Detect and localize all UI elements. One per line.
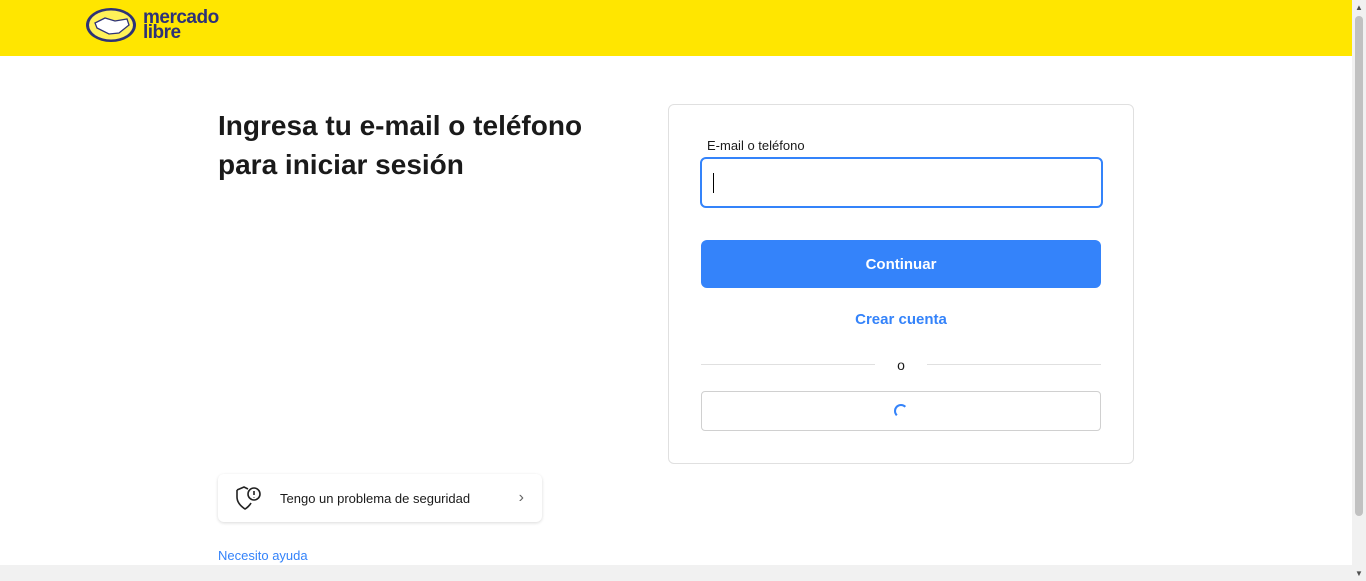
scroll-up-icon[interactable]: ▲ bbox=[1355, 3, 1363, 12]
header: mercado libre bbox=[0, 0, 1352, 56]
horizontal-scrollbar[interactable] bbox=[0, 565, 1352, 581]
text-caret bbox=[713, 173, 714, 193]
chevron-right-icon: › bbox=[518, 489, 524, 506]
scrollbar-thumb[interactable] bbox=[1355, 16, 1363, 516]
email-field[interactable] bbox=[700, 157, 1103, 208]
social-login-button[interactable] bbox=[701, 391, 1101, 431]
shield-alert-icon bbox=[236, 486, 261, 510]
security-problem-label: Tengo un problema de seguridad bbox=[280, 490, 471, 506]
handshake-icon bbox=[86, 8, 136, 42]
page-title: Ingresa tu e-mail o teléfono para inicia… bbox=[218, 110, 583, 180]
vertical-scrollbar[interactable]: ▲ ▼ bbox=[1352, 0, 1366, 581]
create-account-link[interactable]: Crear cuenta bbox=[701, 311, 1101, 328]
email-label: E-mail o teléfono bbox=[707, 138, 805, 153]
loading-spinner-icon bbox=[894, 404, 908, 418]
mercado-libre-logo[interactable]: mercado libre bbox=[85, 7, 219, 43]
separator: o bbox=[701, 355, 1101, 375]
help-link[interactable]: Necesito ayuda bbox=[218, 548, 308, 563]
separator-text: o bbox=[897, 357, 905, 373]
continue-button[interactable]: Continuar bbox=[701, 240, 1101, 288]
security-problem-button[interactable]: Tengo un problema de seguridad › bbox=[218, 474, 542, 522]
login-card: E-mail o teléfono Continuar Crear cuenta… bbox=[668, 104, 1134, 464]
scroll-down-icon[interactable]: ▼ bbox=[1355, 569, 1363, 578]
